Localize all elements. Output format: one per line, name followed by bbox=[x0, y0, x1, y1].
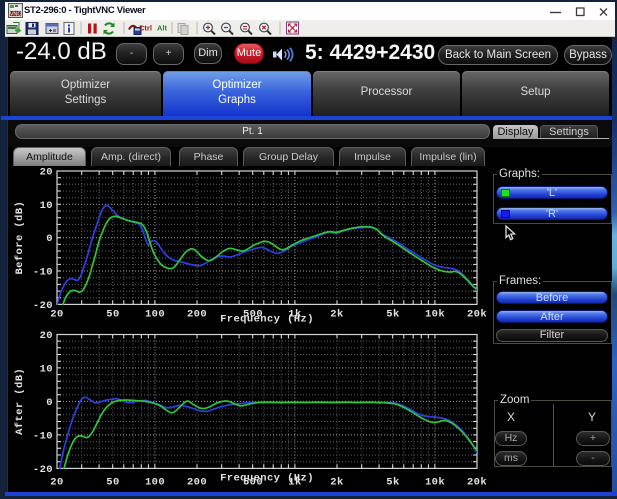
svg-text:VNC: VNC bbox=[10, 12, 22, 18]
svg-text:Alt: Alt bbox=[157, 24, 168, 33]
svg-text:After (dB): After (dB) bbox=[14, 368, 26, 435]
svg-text:Frequency (Hz): Frequency (Hz) bbox=[220, 314, 314, 326]
svg-text:100: 100 bbox=[145, 477, 165, 489]
svg-text:500: 500 bbox=[243, 309, 263, 321]
svg-text:Frequency (Hz): Frequency (Hz) bbox=[220, 473, 314, 485]
svg-text:1k: 1k bbox=[288, 477, 301, 489]
svg-text:10: 10 bbox=[40, 200, 53, 212]
svg-text:-20: -20 bbox=[33, 300, 53, 312]
svg-text:10: 10 bbox=[40, 363, 53, 375]
svg-text:0: 0 bbox=[46, 233, 53, 245]
svg-text:10k: 10k bbox=[425, 309, 445, 321]
svg-text:-20: -20 bbox=[33, 464, 53, 476]
svg-text:20k: 20k bbox=[467, 477, 487, 489]
svg-text:500: 500 bbox=[243, 477, 263, 489]
svg-text:0: 0 bbox=[46, 397, 53, 409]
svg-text:Ctrl: Ctrl bbox=[139, 24, 152, 33]
svg-text:20: 20 bbox=[40, 330, 53, 342]
svg-text:200: 200 bbox=[187, 477, 207, 489]
svg-text:-10: -10 bbox=[33, 267, 53, 279]
svg-text:200: 200 bbox=[187, 309, 207, 321]
svg-text:20k: 20k bbox=[467, 309, 487, 321]
svg-text:-10: -10 bbox=[33, 430, 53, 442]
svg-text:5k: 5k bbox=[386, 477, 399, 489]
svg-text:2k: 2k bbox=[330, 309, 343, 321]
svg-text:50: 50 bbox=[106, 477, 119, 489]
svg-text:1k: 1k bbox=[288, 309, 301, 321]
svg-text:Before (dB): Before (dB) bbox=[14, 201, 26, 275]
svg-text:50: 50 bbox=[106, 309, 119, 321]
svg-text:5k: 5k bbox=[386, 309, 399, 321]
svg-text:20: 20 bbox=[50, 477, 63, 489]
svg-text:10k: 10k bbox=[425, 477, 445, 489]
svg-text:2k: 2k bbox=[330, 477, 343, 489]
svg-text:100: 100 bbox=[145, 309, 165, 321]
svg-text:20: 20 bbox=[50, 309, 63, 321]
svg-text:20: 20 bbox=[40, 167, 53, 179]
